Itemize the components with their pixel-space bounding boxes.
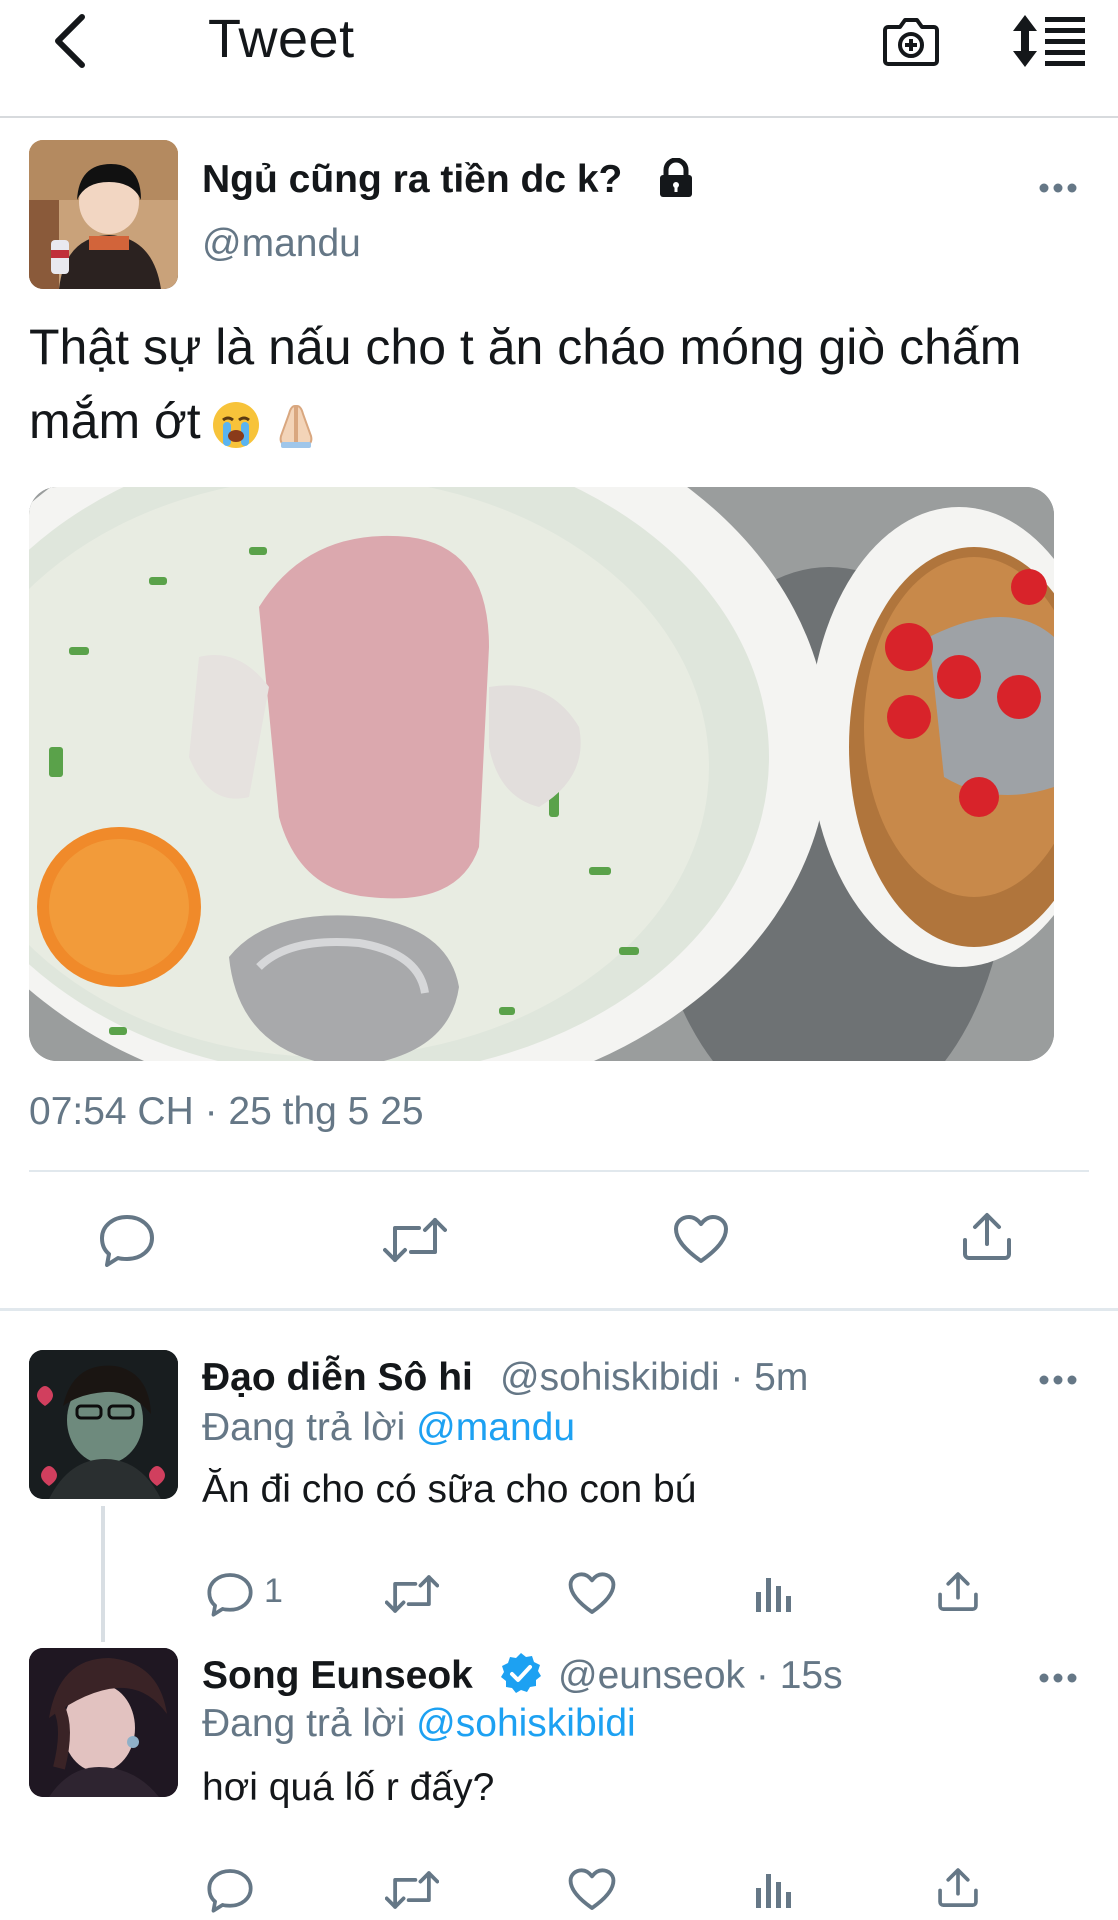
chevron-left-icon: [55, 14, 85, 68]
reply-icon: [207, 1573, 253, 1617]
avatar[interactable]: [29, 1648, 178, 1797]
retweet-icon: [385, 1575, 439, 1613]
reply-button[interactable]: [200, 1862, 260, 1918]
heart-icon: [568, 1572, 616, 1614]
tweet-text-content: Thật sự là nấu cho t ăn cháo móng giò ch…: [29, 319, 1022, 449]
tweet-photo[interactable]: [29, 487, 1054, 1061]
avatar-image: [29, 140, 178, 289]
divider: [29, 1170, 1089, 1172]
reply-author-name[interactable]: Đạo diễn Sô hi: [202, 1356, 473, 1400]
replying-to-prefix: Đang trả lời: [202, 1702, 417, 1745]
share-button[interactable]: [928, 1858, 988, 1918]
like-button[interactable]: [666, 1210, 736, 1270]
retweet-icon: [383, 1218, 447, 1262]
more-dots-icon: [1039, 183, 1077, 193]
camera-plus-icon: [883, 18, 939, 66]
more-dots-icon: [1039, 1673, 1077, 1683]
more-dots-icon: [1039, 1375, 1077, 1385]
avatar-image: [29, 1648, 178, 1797]
retweet-button[interactable]: [380, 1862, 444, 1918]
like-button[interactable]: [562, 1566, 622, 1622]
share-icon: [938, 1868, 978, 1907]
mention-link[interactable]: @sohiskibidi: [416, 1702, 636, 1745]
more-options-button[interactable]: [1028, 1658, 1088, 1698]
reply-handle-time[interactable]: @sohiskibidi · 5m: [500, 1356, 808, 1400]
replying-to-prefix: Đang trả lời: [202, 1406, 417, 1449]
bar-chart-icon: [756, 1578, 791, 1612]
retweet-button[interactable]: [380, 1210, 450, 1270]
sort-button[interactable]: [1010, 6, 1090, 76]
reply-handle-time[interactable]: @eunseok · 15s: [558, 1654, 843, 1698]
back-button[interactable]: [40, 6, 100, 76]
reply-icon: [207, 1869, 253, 1913]
share-button[interactable]: [952, 1205, 1022, 1269]
sort-lines-icon: [1013, 15, 1085, 67]
more-options-button[interactable]: [1028, 1360, 1088, 1400]
heart-icon: [568, 1868, 616, 1910]
retweet-icon: [385, 1871, 439, 1909]
author-name[interactable]: Ngủ cũng ra tiền dc k?: [202, 158, 622, 202]
thread-line: [101, 1506, 105, 1642]
share-icon: [938, 1572, 978, 1611]
page-title: Tweet: [208, 9, 355, 69]
avatar[interactable]: [29, 1350, 178, 1499]
analytics-button[interactable]: [744, 1862, 804, 1918]
mention-link[interactable]: @mandu: [416, 1406, 575, 1449]
camera-button[interactable]: [878, 6, 944, 76]
bar-chart-icon: [756, 1874, 791, 1908]
reply-count: 1: [264, 1572, 283, 1610]
avatar-image: [29, 1350, 178, 1499]
porridge-photo: [29, 487, 1054, 1061]
analytics-button[interactable]: [744, 1566, 804, 1622]
reply-button[interactable]: [200, 1566, 260, 1622]
avatar[interactable]: [29, 140, 178, 289]
folded-hands-emoji-icon: [279, 404, 313, 448]
replying-to: Đang trả lời @sohiskibidi: [202, 1702, 636, 1746]
tweet-text: Thật sự là nấu cho t ăn cháo móng giò ch…: [29, 310, 1099, 458]
share-button[interactable]: [928, 1562, 988, 1622]
reply-button[interactable]: [92, 1210, 162, 1270]
verified-badge-icon: [501, 1653, 541, 1693]
author-handle[interactable]: @mandu: [202, 222, 361, 266]
share-icon: [963, 1213, 1011, 1260]
lock-icon: [660, 158, 692, 197]
more-options-button[interactable]: [1028, 168, 1088, 208]
top-bar: Tweet: [0, 0, 1118, 118]
retweet-button[interactable]: [380, 1566, 444, 1622]
heart-icon: [674, 1215, 728, 1263]
section-divider: [0, 1308, 1118, 1311]
reply-text: hơi quá lố r đấy?: [202, 1766, 495, 1809]
like-button[interactable]: [562, 1862, 622, 1918]
tweet-timestamp: 07:54 CH · 25 thg 5 25: [29, 1090, 424, 1133]
crying-face-emoji-icon: [212, 401, 259, 448]
replying-to: Đang trả lời @mandu: [202, 1406, 575, 1450]
reply-author-name[interactable]: Song Eunseok: [202, 1654, 473, 1698]
reply-icon: [100, 1215, 154, 1267]
reply-text: Ăn đi cho có sữa cho con bú: [202, 1468, 697, 1511]
